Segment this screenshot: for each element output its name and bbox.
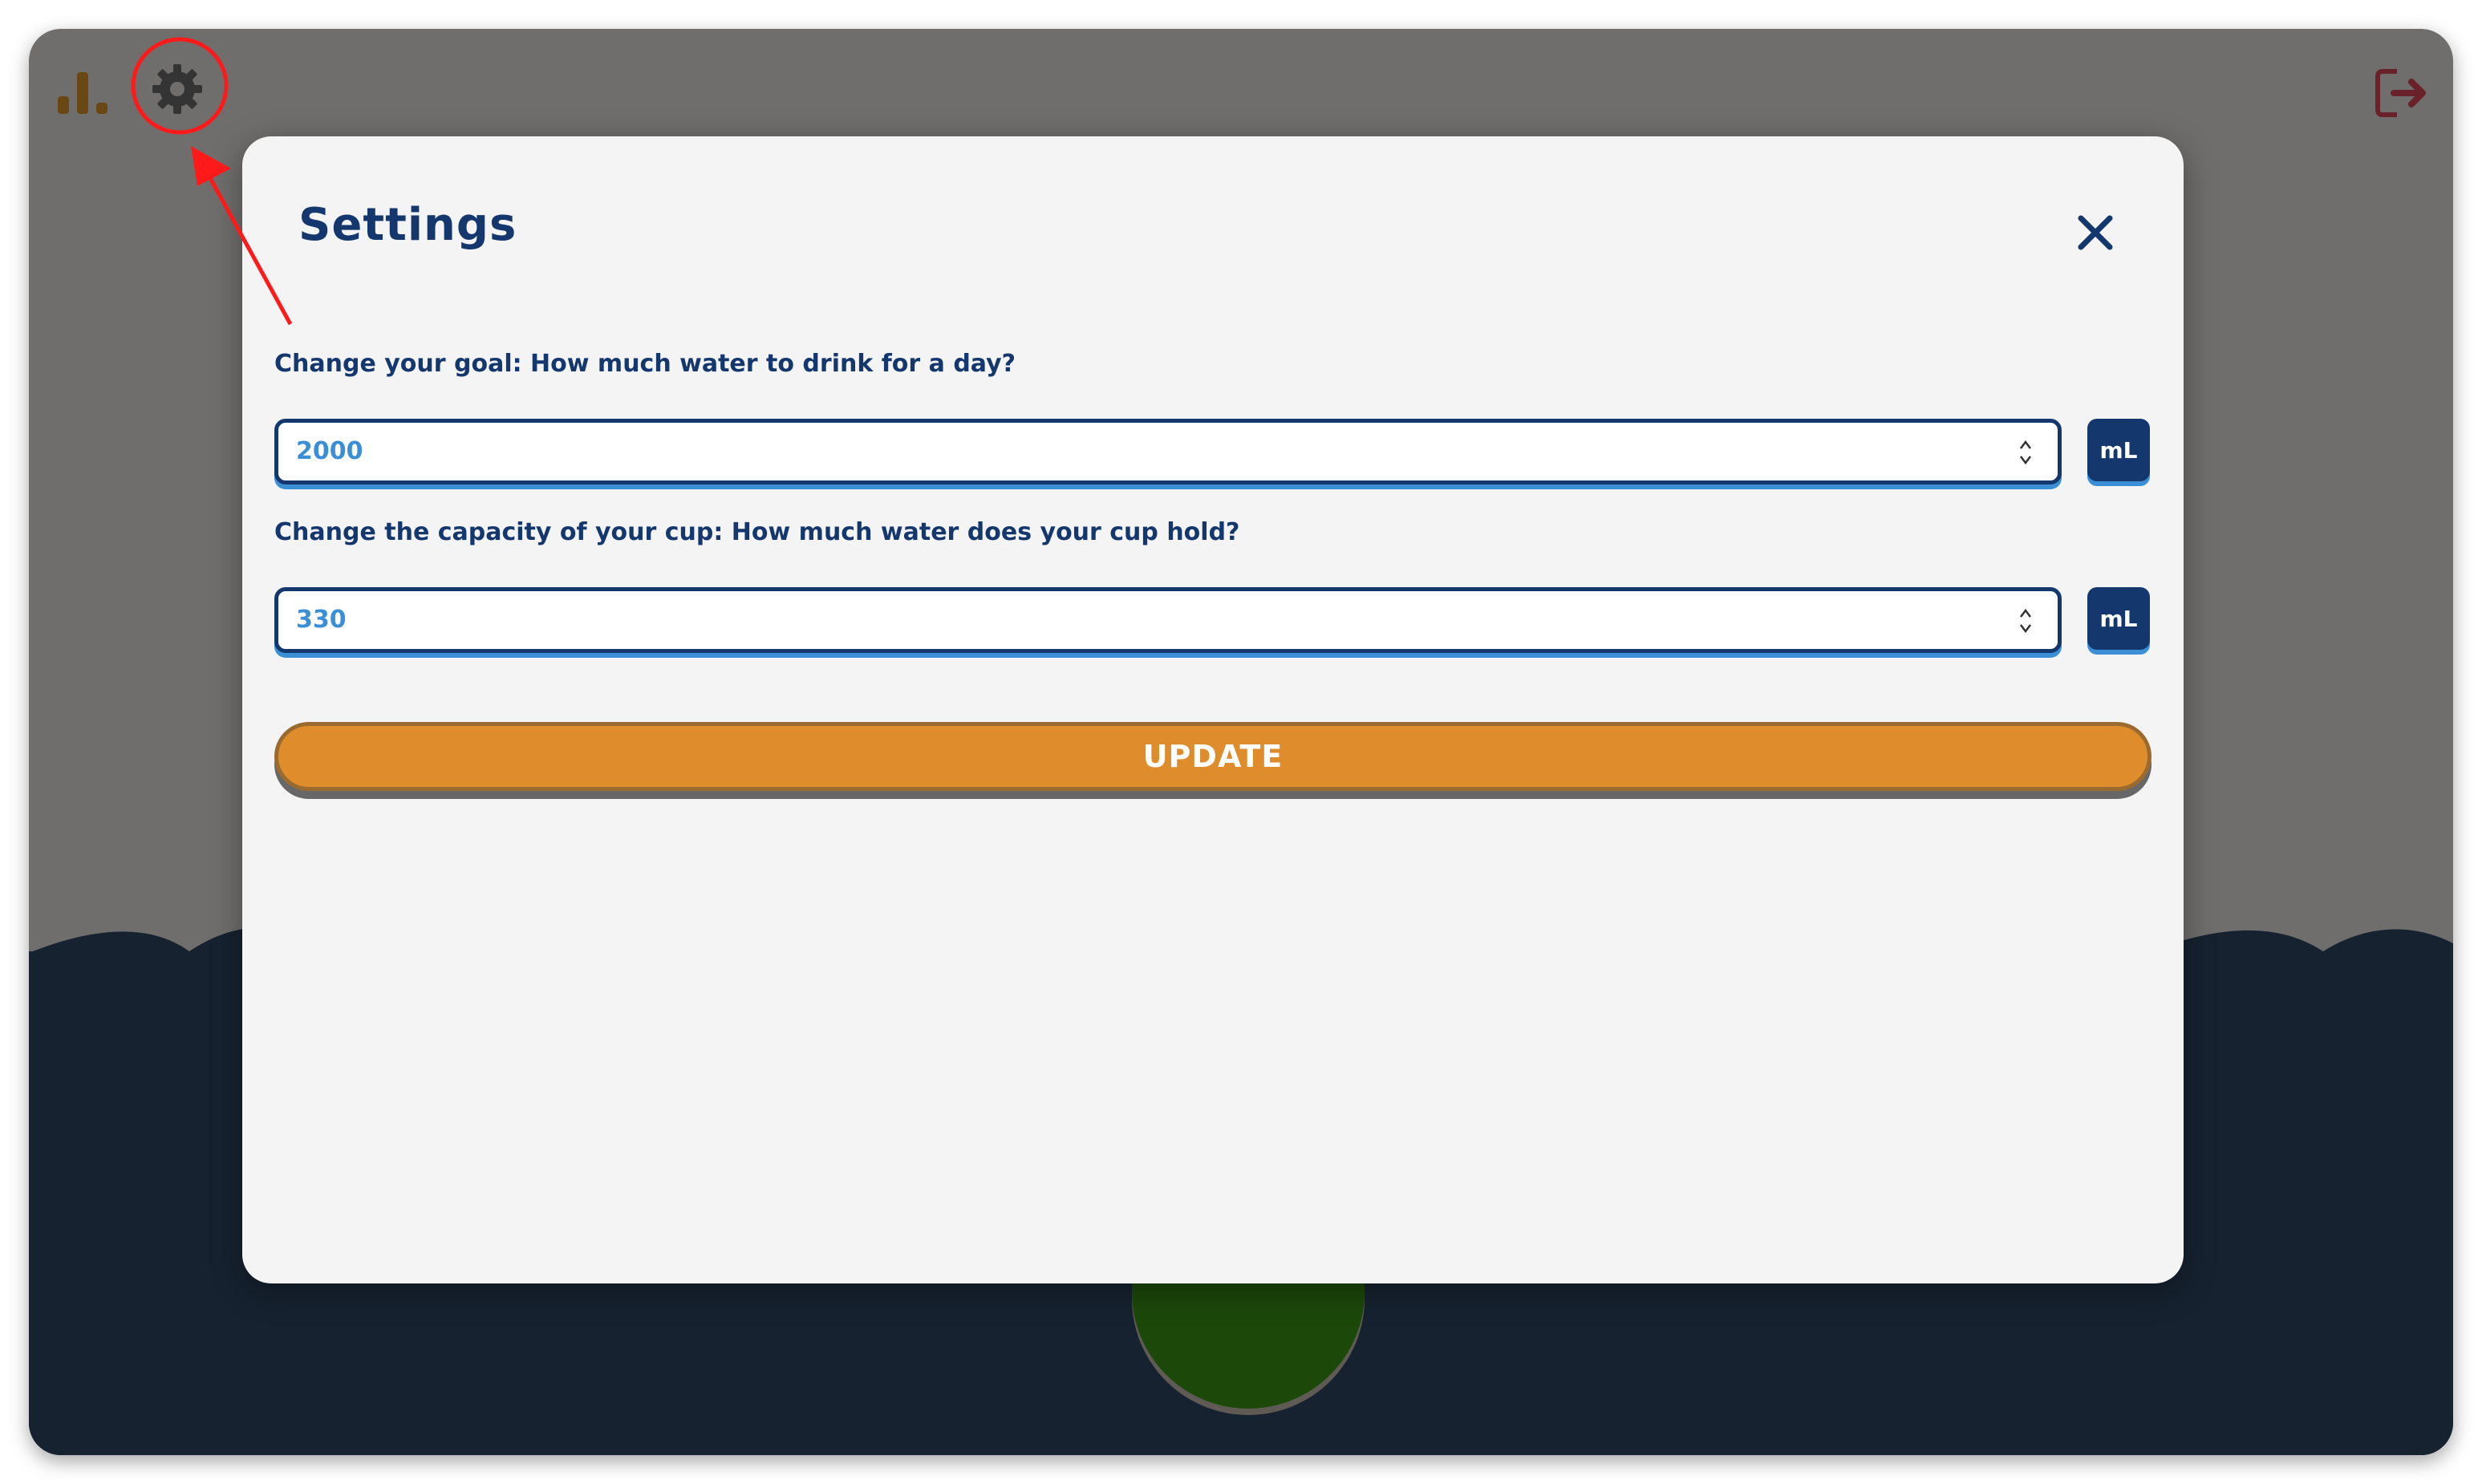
spinner-icon[interactable] bbox=[2018, 437, 2034, 468]
modal-title: Settings bbox=[298, 199, 517, 251]
spinner-icon[interactable] bbox=[2018, 606, 2034, 636]
update-button[interactable]: UPDATE bbox=[274, 722, 2151, 791]
goal-input-value: 2000 bbox=[296, 437, 363, 465]
goal-unit-badge: mL bbox=[2087, 419, 2150, 481]
settings-modal: Settings Change your goal: How much wate… bbox=[242, 136, 2184, 1283]
cup-unit-badge: mL bbox=[2087, 587, 2150, 650]
cup-field-row: 330 mL bbox=[274, 587, 2151, 653]
cup-label: Change the capacity of your cup: How muc… bbox=[274, 518, 1240, 546]
close-icon[interactable] bbox=[2071, 209, 2119, 257]
cup-input-value: 330 bbox=[296, 606, 347, 634]
goal-field-row: 2000 mL bbox=[274, 419, 2151, 485]
goal-input[interactable]: 2000 bbox=[274, 419, 2062, 485]
cup-capacity-input[interactable]: 330 bbox=[274, 587, 2062, 653]
goal-label: Change your goal: How much water to drin… bbox=[274, 350, 1016, 378]
